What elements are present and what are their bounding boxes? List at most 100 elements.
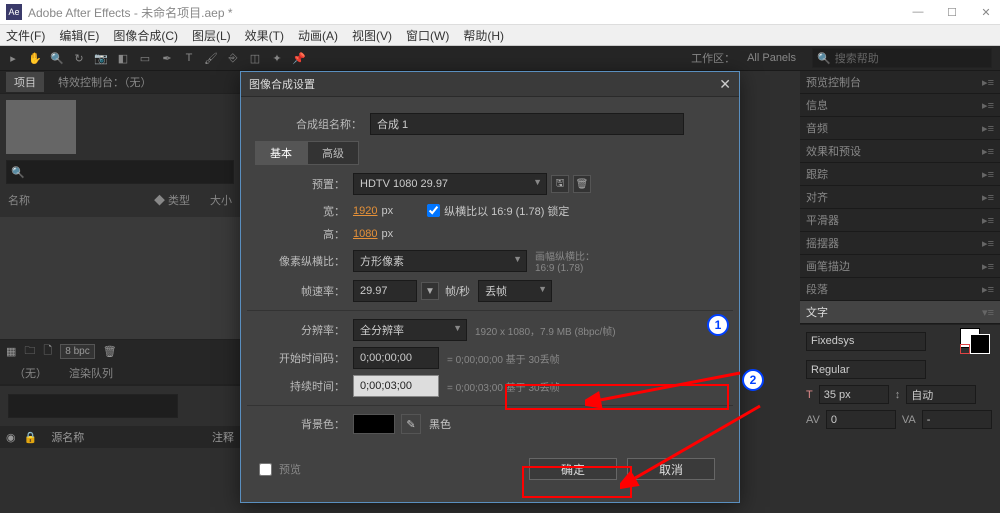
font-family-input[interactable]: Fixedsys: [806, 332, 926, 351]
rstrip-smoother[interactable]: 平滑器▸≡: [800, 209, 1000, 232]
dialog-close-button[interactable]: ✕: [719, 76, 731, 93]
rstrip-preview[interactable]: 预览控制台▸≡: [800, 71, 1000, 94]
zoom-tool-icon[interactable]: 🔍: [48, 49, 66, 67]
rstrip-effects[interactable]: 效果和预设▸≡: [800, 140, 1000, 163]
comment-header[interactable]: 注释: [212, 429, 234, 445]
tracking-input[interactable]: -: [922, 410, 992, 429]
menu-effect[interactable]: 效果(T): [245, 27, 284, 44]
menu-edit[interactable]: 编辑(E): [59, 27, 99, 44]
panbehind-tool-icon[interactable]: ◧: [114, 49, 132, 67]
eyedropper-icon[interactable]: ✎: [401, 414, 421, 434]
font-style-input[interactable]: Regular: [806, 360, 926, 379]
menu-window[interactable]: 窗口(W): [406, 27, 449, 44]
tab-project[interactable]: 项目: [6, 72, 44, 92]
composition-thumbnail[interactable]: [6, 100, 76, 154]
preview-checkbox[interactable]: [259, 463, 272, 476]
new-comp-icon[interactable]: 🗋: [43, 342, 52, 361]
preset-dropdown[interactable]: HDTV 1080 29.97▼: [353, 173, 547, 195]
help-search-input[interactable]: 🔍 搜索帮助: [812, 48, 992, 68]
height-label: 高：: [255, 226, 345, 242]
menu-layer[interactable]: 图层(L): [192, 27, 231, 44]
tab-basic[interactable]: 基本: [255, 141, 307, 165]
comp-name-label: 合成组名称：: [296, 116, 362, 132]
source-name-header[interactable]: 源名称: [51, 429, 84, 445]
shape-tool-icon[interactable]: ▭: [136, 49, 154, 67]
minimize-button[interactable]: —: [910, 4, 926, 20]
maximize-button[interactable]: ☐: [944, 4, 960, 20]
comp-name-input[interactable]: 合成 1: [370, 113, 684, 135]
stroke-color-swatch[interactable]: [970, 334, 990, 354]
eraser-tool-icon[interactable]: ◫: [246, 49, 264, 67]
menu-animation[interactable]: 动画(A): [298, 27, 338, 44]
rstrip-paint[interactable]: 画笔描边▸≡: [800, 255, 1000, 278]
timeline-search[interactable]: [8, 394, 178, 418]
frame-aspect-value: 16:9 (1.78): [535, 263, 625, 274]
rstrip-align[interactable]: 对齐▸≡: [800, 186, 1000, 209]
workspace-value[interactable]: All Panels: [747, 52, 796, 64]
duration-input[interactable]: 0;00;03;00: [353, 375, 439, 397]
col-name[interactable]: 名称: [8, 192, 30, 208]
delete-preset-icon[interactable]: 🗑: [573, 175, 591, 193]
pen-tool-icon[interactable]: ✒: [158, 49, 176, 67]
rstrip-wiggler[interactable]: 摇摆器▸≡: [800, 232, 1000, 255]
tab-effect-controls[interactable]: 特效控制台：（无）: [50, 72, 160, 92]
close-window-button[interactable]: ✕: [978, 4, 994, 20]
menu-view[interactable]: 视图(V): [352, 27, 392, 44]
text-tool-icon[interactable]: T: [180, 49, 198, 67]
rstrip-audio[interactable]: 音频▸≡: [800, 117, 1000, 140]
leading-input[interactable]: 自动: [906, 385, 976, 404]
fps-input[interactable]: 29.97: [353, 280, 417, 302]
rstrip-tracker[interactable]: 跟踪▸≡: [800, 163, 1000, 186]
selection-tool-icon[interactable]: ▸: [4, 49, 22, 67]
start-tc-input[interactable]: 0;00;00;00: [353, 347, 439, 369]
no-color-icon[interactable]: [960, 344, 970, 354]
tab-render-queue[interactable]: 渲染队列: [61, 363, 121, 383]
rotate-tool-icon[interactable]: ↻: [70, 49, 88, 67]
menu-file[interactable]: 文件(F): [6, 27, 45, 44]
project-search-input[interactable]: 🔍: [6, 160, 234, 184]
rstrip-paragraph[interactable]: 段落▸≡: [800, 278, 1000, 301]
help-search-placeholder: 搜索帮助: [835, 50, 879, 66]
frame-aspect-label: 画幅纵横比：: [535, 248, 625, 263]
camera-tool-icon[interactable]: 📷: [92, 49, 110, 67]
hand-tool-icon[interactable]: ✋: [26, 49, 44, 67]
interpret-icon[interactable]: ▦: [6, 345, 16, 358]
menu-composition[interactable]: 图像合成(C): [113, 27, 178, 44]
dropframe-dropdown[interactable]: 丢帧▼: [478, 280, 552, 302]
bpc-toggle[interactable]: 8 bpc: [60, 344, 94, 359]
rstrip-info[interactable]: 信息▸≡: [800, 94, 1000, 117]
ok-button[interactable]: 确定: [529, 458, 617, 480]
trash-icon[interactable]: 🗑: [103, 345, 117, 358]
rstrip-character[interactable]: 文字▾≡: [800, 301, 1000, 324]
roto-tool-icon[interactable]: ✦: [268, 49, 286, 67]
brush-tool-icon[interactable]: 🖌: [202, 49, 220, 67]
search-icon: 🔍: [11, 166, 25, 179]
lock-aspect-label: 纵横比以 16:9 (1.78) 锁定: [444, 203, 569, 219]
preset-label: 预置：: [255, 176, 345, 192]
tab-advanced[interactable]: 高级: [307, 141, 359, 165]
preview-label: 预览: [279, 461, 301, 477]
search-icon: 🔍: [817, 52, 831, 65]
puppet-tool-icon[interactable]: 📌: [290, 49, 308, 67]
width-value[interactable]: 1920: [353, 205, 377, 217]
lock-icon[interactable]: 🔒: [24, 431, 38, 444]
tab-none-comp[interactable]: （无）: [6, 363, 55, 383]
par-dropdown[interactable]: 方形像素▼: [353, 250, 527, 272]
menu-help[interactable]: 帮助(H): [463, 27, 504, 44]
kerning-input[interactable]: 0: [826, 410, 896, 429]
lock-aspect-checkbox[interactable]: [427, 204, 440, 217]
save-preset-icon[interactable]: 🖫: [551, 175, 569, 193]
fps-dropdown-icon[interactable]: ▼: [421, 282, 439, 300]
col-size[interactable]: 大小: [210, 192, 232, 208]
col-type[interactable]: ◆ 类型: [154, 192, 190, 208]
eye-icon[interactable]: ◉: [6, 431, 16, 444]
font-size-input[interactable]: 35 px: [819, 385, 889, 404]
folder-icon[interactable]: 🗀: [24, 342, 35, 361]
resolution-dropdown[interactable]: 全分辨率▼: [353, 319, 467, 341]
cancel-button[interactable]: 取消: [627, 458, 715, 480]
font-size-icon: T: [806, 389, 813, 401]
bgcolor-swatch[interactable]: [353, 414, 395, 434]
clone-tool-icon[interactable]: ⎆: [224, 49, 242, 67]
bgcolor-label: 背景色：: [255, 416, 345, 432]
height-value[interactable]: 1080: [353, 228, 377, 240]
